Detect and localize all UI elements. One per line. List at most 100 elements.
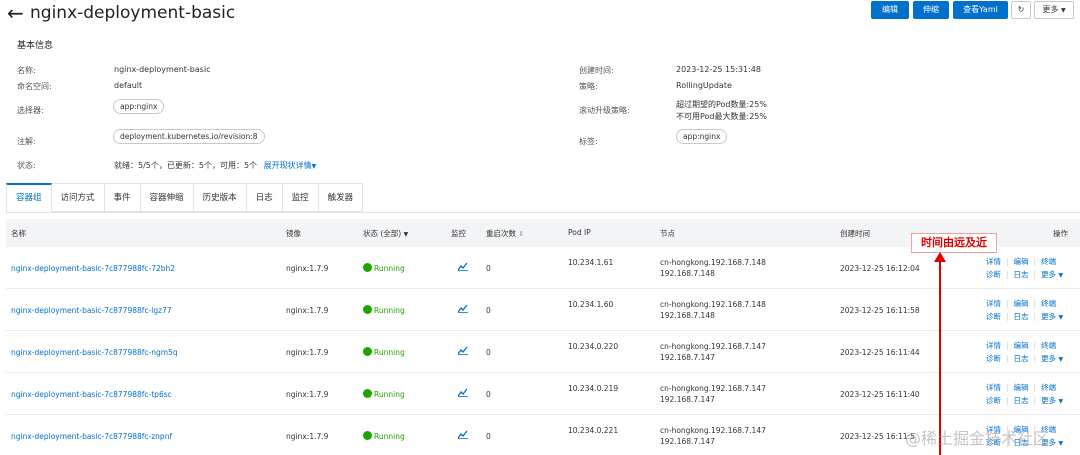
more-actions-link[interactable]: 更多 ▼ bbox=[1041, 270, 1063, 279]
terminal-link[interactable]: 终端 bbox=[1041, 341, 1056, 350]
node-ip: 192.168.7.147 bbox=[660, 395, 715, 404]
node-link[interactable]: cn-hongkong.192.168.7.148 bbox=[660, 300, 766, 309]
tab-scaling[interactable]: 容器伸缩 bbox=[140, 183, 194, 212]
diagnose-link[interactable]: 诊断 bbox=[986, 312, 1001, 321]
edit-link[interactable]: 编辑 bbox=[1014, 299, 1029, 308]
row-divider bbox=[6, 372, 1080, 373]
node-link[interactable]: cn-hongkong.192.168.7.147 bbox=[660, 384, 766, 393]
caret-down-icon: ▼ bbox=[1058, 440, 1064, 447]
caret-down-icon: ▼ bbox=[1058, 398, 1064, 405]
pod-name-link[interactable]: nginx-deployment-basic-7c877988fc-znpnf bbox=[11, 432, 172, 441]
col-status-header[interactable]: 状态 (全部) ▼ bbox=[363, 228, 408, 239]
more-actions-link[interactable]: 更多 ▼ bbox=[1041, 396, 1063, 405]
tab-monitoring[interactable]: 监控 bbox=[282, 183, 319, 212]
tab-divider bbox=[6, 212, 1080, 213]
diagnose-link[interactable]: 诊断 bbox=[986, 354, 1001, 363]
scale-button[interactable]: 伸缩 bbox=[913, 1, 949, 19]
watermark: @稀土掘金技术社区 bbox=[905, 429, 1050, 448]
caret-down-icon: ▼ bbox=[311, 163, 317, 170]
col-actions-header: 操作 bbox=[1053, 229, 1068, 238]
pod-name-link[interactable]: nginx-deployment-basic-7c877988fc-72bh2 bbox=[11, 264, 175, 273]
pod-ip: 10.234.0.220 bbox=[568, 342, 619, 351]
tab-logs[interactable]: 日志 bbox=[246, 183, 283, 212]
edit-link[interactable]: 编辑 bbox=[1014, 257, 1029, 266]
tab-access[interactable]: 访问方式 bbox=[51, 183, 105, 212]
namespace-label: 命名空间: bbox=[17, 82, 52, 91]
details-link[interactable]: 详情 bbox=[986, 257, 1001, 266]
node-ip: 192.168.7.147 bbox=[660, 437, 715, 446]
details-link[interactable]: 详情 bbox=[986, 341, 1001, 350]
node-link[interactable]: cn-hongkong.192.168.7.147 bbox=[660, 342, 766, 351]
back-arrow-icon[interactable]: ← bbox=[7, 2, 24, 24]
monitor-chart-icon[interactable] bbox=[457, 346, 468, 357]
pod-created-time: 2023-12-25 16:12:04 bbox=[840, 264, 920, 273]
node-ip: 192.168.7.148 bbox=[660, 311, 715, 320]
running-status-icon bbox=[363, 305, 372, 314]
selector-label: 选择器: bbox=[17, 106, 44, 115]
row-actions-top: 详情 | 编辑 | 终端 bbox=[986, 299, 1057, 308]
logs-link[interactable]: 日志 bbox=[1014, 270, 1029, 279]
pod-name-link[interactable]: nginx-deployment-basic-7c877988fc-tp6sc bbox=[11, 390, 172, 399]
status-value: 就绪：5/5个，已更新：5个，可用：5个 展开现状详情▼ bbox=[114, 160, 316, 171]
tab-bar: 容器组 访问方式 事件 容器伸缩 历史版本 日志 监控 触发器 bbox=[6, 183, 364, 212]
pod-ip: 10.234.1.60 bbox=[568, 300, 614, 309]
monitor-chart-icon[interactable] bbox=[457, 388, 468, 399]
node-link[interactable]: cn-hongkong.192.168.7.148 bbox=[660, 258, 766, 267]
logs-link[interactable]: 日志 bbox=[1014, 312, 1029, 321]
edit-button[interactable]: 编辑 bbox=[871, 1, 909, 19]
labels-label: 标签: bbox=[579, 137, 598, 146]
view-yaml-button[interactable]: 查看Yaml bbox=[953, 1, 1008, 19]
row-actions-bottom: 诊断 | 日志 | 更多 ▼ bbox=[986, 312, 1064, 321]
pod-image: nginx:1.7.9 bbox=[286, 348, 329, 357]
edit-link[interactable]: 编辑 bbox=[1014, 341, 1029, 350]
details-link[interactable]: 详情 bbox=[986, 383, 1001, 392]
caret-down-icon: ▼ bbox=[1060, 7, 1066, 14]
annotation-label: 注解: bbox=[17, 137, 36, 146]
pod-restarts: 0 bbox=[486, 432, 491, 441]
caret-down-icon: ▼ bbox=[1058, 314, 1064, 321]
pod-name-link[interactable]: nginx-deployment-basic-7c877988fc-ngm5q bbox=[11, 348, 178, 357]
pod-name-link[interactable]: nginx-deployment-basic-7c877988fc-lgz77 bbox=[11, 306, 172, 315]
row-actions-bottom: 诊断 | 日志 | 更多 ▼ bbox=[986, 354, 1064, 363]
refresh-button[interactable]: ↻ bbox=[1011, 1, 1031, 19]
node-link[interactable]: cn-hongkong.192.168.7.147 bbox=[660, 426, 766, 435]
pod-created-time: 2023-12-25 16:11:40 bbox=[840, 390, 920, 399]
terminal-link[interactable]: 终端 bbox=[1041, 299, 1056, 308]
col-created-header: 创建时间 bbox=[840, 229, 870, 238]
logs-link[interactable]: 日志 bbox=[1014, 354, 1029, 363]
monitor-chart-icon[interactable] bbox=[457, 430, 468, 441]
caret-down-icon: ▼ bbox=[403, 231, 409, 238]
pod-status: Running bbox=[363, 305, 405, 315]
created-label: 创建时间: bbox=[579, 66, 614, 75]
terminal-link[interactable]: 终端 bbox=[1041, 383, 1056, 392]
col-name-header: 名称 bbox=[11, 229, 26, 238]
logs-link[interactable]: 日志 bbox=[1014, 396, 1029, 405]
row-divider bbox=[6, 330, 1080, 331]
diagnose-link[interactable]: 诊断 bbox=[986, 270, 1001, 279]
expand-status-link[interactable]: 展开现状详情▼ bbox=[264, 161, 317, 170]
running-status-icon bbox=[363, 347, 372, 356]
monitor-chart-icon[interactable] bbox=[457, 262, 468, 273]
monitor-chart-icon[interactable] bbox=[457, 304, 468, 315]
tab-events[interactable]: 事件 bbox=[104, 183, 141, 212]
tab-history[interactable]: 历史版本 bbox=[193, 183, 247, 212]
terminal-link[interactable]: 终端 bbox=[1041, 257, 1056, 266]
edit-link[interactable]: 编辑 bbox=[1014, 383, 1029, 392]
more-actions-link[interactable]: 更多 ▼ bbox=[1041, 312, 1063, 321]
details-link[interactable]: 详情 bbox=[986, 299, 1001, 308]
diagnose-link[interactable]: 诊断 bbox=[986, 396, 1001, 405]
refresh-icon: ↻ bbox=[1017, 5, 1025, 14]
more-button[interactable]: 更多 ▼ bbox=[1034, 1, 1074, 19]
row-actions-top: 详情 | 编辑 | 终端 bbox=[986, 257, 1057, 266]
tab-triggers[interactable]: 触发器 bbox=[318, 183, 364, 212]
selector-tag: app:nginx bbox=[113, 99, 165, 114]
labels-tag: app:nginx bbox=[676, 129, 728, 144]
pod-status: Running bbox=[363, 431, 405, 441]
col-restarts-header[interactable]: 重启次数 ⇕ bbox=[486, 228, 524, 239]
more-actions-link[interactable]: 更多 ▼ bbox=[1041, 354, 1063, 363]
created-value: 2023-12-25 15:31:48 bbox=[676, 65, 761, 74]
pod-status: Running bbox=[363, 389, 405, 399]
strategy-value: RollingUpdate bbox=[676, 81, 732, 90]
tab-pods[interactable]: 容器组 bbox=[6, 183, 52, 212]
pod-image: nginx:1.7.9 bbox=[286, 390, 329, 399]
